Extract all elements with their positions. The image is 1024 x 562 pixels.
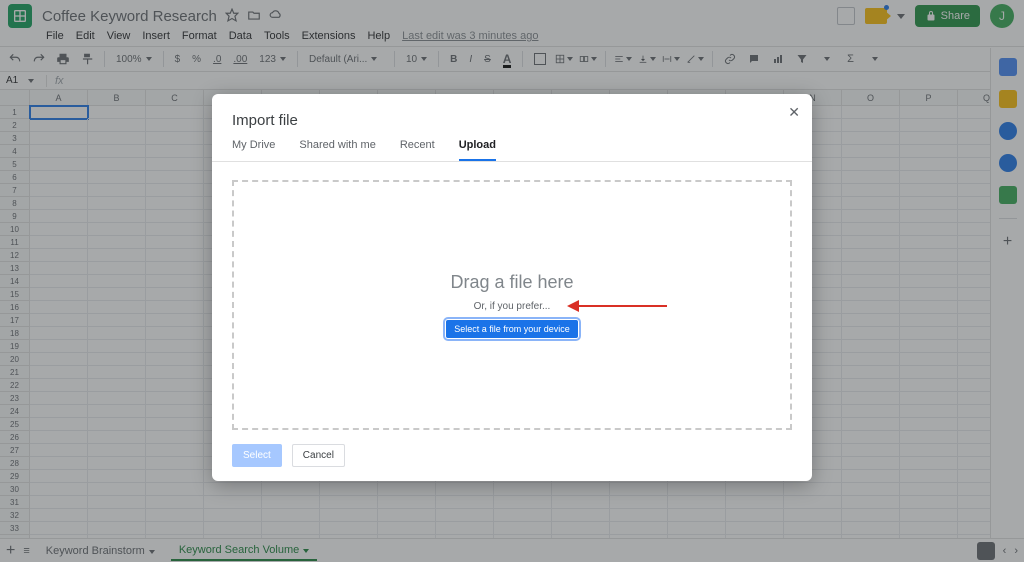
close-icon[interactable]: ✕: [788, 104, 800, 121]
tab-shared-with-me[interactable]: Shared with me: [299, 139, 375, 161]
upload-drop-zone[interactable]: Drag a file here Or, if you prefer... Se…: [232, 180, 792, 430]
modal-title: Import file: [212, 94, 812, 139]
modal-overlay: ✕ Import file My Drive Shared with me Re…: [0, 0, 1024, 562]
drag-text: Drag a file here: [450, 272, 573, 293]
select-button[interactable]: Select: [232, 444, 282, 467]
tab-my-drive[interactable]: My Drive: [232, 139, 275, 161]
cancel-button[interactable]: Cancel: [292, 444, 345, 467]
modal-actions: Select Cancel: [212, 444, 812, 467]
select-file-button[interactable]: Select a file from your device: [446, 320, 578, 338]
tab-recent[interactable]: Recent: [400, 139, 435, 161]
or-text: Or, if you prefer...: [474, 301, 551, 312]
import-file-modal: ✕ Import file My Drive Shared with me Re…: [212, 94, 812, 481]
modal-tabs: My Drive Shared with me Recent Upload: [212, 139, 812, 162]
tab-upload[interactable]: Upload: [459, 139, 496, 161]
